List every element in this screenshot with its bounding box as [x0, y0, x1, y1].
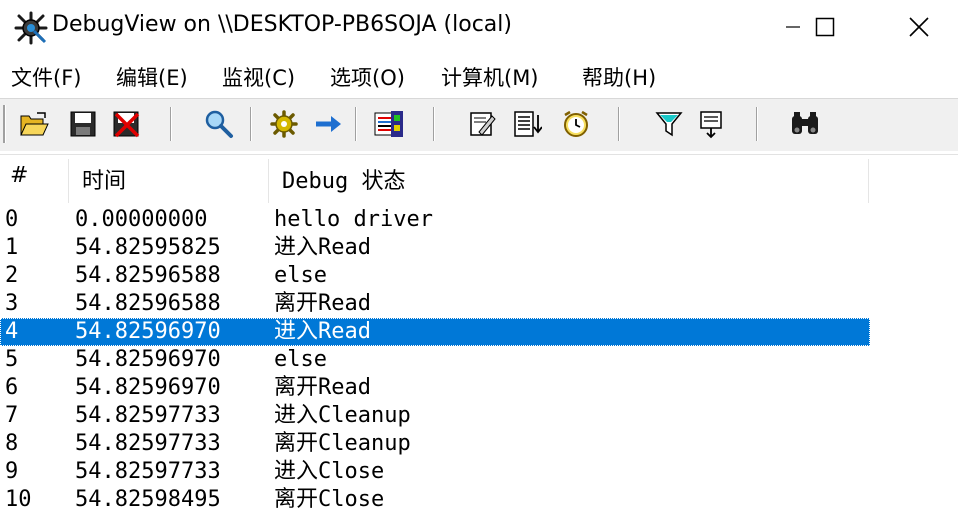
- toolbar-separator: [250, 107, 251, 141]
- table-row[interactable]: 3 54.82596588 离开Read: [0, 290, 870, 318]
- row-message: else: [274, 347, 327, 372]
- toolbar-separator: [170, 107, 171, 141]
- row-number: 3: [5, 291, 19, 316]
- toolbar-separator: [433, 107, 434, 141]
- window-title: DebugView on \\DESKTOP-PB6SOJA (local): [52, 12, 512, 37]
- table-row[interactable]: 8 54.82597733 离开Cleanup: [0, 430, 870, 458]
- table-row[interactable]: 10 54.82598495 离开Close: [0, 486, 870, 514]
- row-time: 0.00000000: [75, 207, 208, 232]
- find-icon[interactable]: [202, 107, 236, 141]
- debugview-gear-icon: [14, 11, 48, 45]
- table-row[interactable]: 9 54.82597733 进入Close: [0, 458, 870, 486]
- toolbar: [0, 98, 958, 151]
- column-divider[interactable]: [868, 159, 869, 203]
- row-number: 2: [5, 263, 19, 288]
- row-message: 进入Read: [274, 319, 371, 344]
- row-time: 54.82597733: [75, 459, 221, 484]
- maximize-button[interactable]: [802, 0, 848, 54]
- toolbar-separator: [355, 107, 356, 141]
- menu-capture[interactable]: 监视(C): [222, 62, 295, 92]
- row-message: 离开Read: [274, 291, 371, 316]
- open-folder-icon[interactable]: [17, 107, 51, 141]
- title-bar: DebugView on \\DESKTOP-PB6SOJA (local): [0, 0, 958, 54]
- row-message: 进入Cleanup: [274, 403, 411, 428]
- row-time: 54.82596970: [75, 347, 221, 372]
- toolbar-separator: [756, 107, 757, 141]
- menu-computer[interactable]: 计算机(M): [441, 62, 539, 92]
- row-number: 1: [5, 235, 19, 260]
- row-message: 离开Close: [274, 487, 385, 512]
- row-message: 进入Close: [274, 459, 385, 484]
- clear-display-icon[interactable]: [110, 107, 144, 141]
- menu-options[interactable]: 选项(O): [330, 62, 405, 92]
- close-button[interactable]: [896, 0, 942, 54]
- table-row[interactable]: 6 54.82596970 离开Read: [0, 374, 870, 402]
- row-number: 5: [5, 347, 19, 372]
- row-time: 54.82596970: [75, 319, 221, 344]
- clock-time-icon[interactable]: [559, 107, 593, 141]
- menu-file[interactable]: 文件(F): [11, 62, 81, 92]
- autoscroll-arrow-icon[interactable]: [311, 107, 345, 141]
- list-column-header: # 时间 Debug 状态: [0, 154, 958, 205]
- toolbar-grip: [3, 105, 5, 143]
- row-number: 0: [5, 207, 19, 232]
- capture-icon[interactable]: [267, 107, 301, 141]
- row-number: 9: [5, 459, 19, 484]
- memo-icon[interactable]: [695, 107, 729, 141]
- table-row[interactable]: 5 54.82596970 else: [0, 346, 870, 374]
- row-time: 54.82596588: [75, 263, 221, 288]
- table-row[interactable]: 0 0.00000000 hello driver: [0, 206, 870, 234]
- debug-output-list[interactable]: 0 0.00000000 hello driver 1 54.82595825 …: [0, 206, 958, 520]
- row-number: 10: [5, 487, 32, 512]
- table-row-selected[interactable]: 4 54.82596970 进入Read: [0, 318, 870, 346]
- column-divider[interactable]: [68, 159, 69, 203]
- highlight-icon[interactable]: [466, 107, 500, 141]
- row-time: 54.82595825: [75, 235, 221, 260]
- table-row[interactable]: 1 54.82595825 进入Read: [0, 234, 870, 262]
- history-depth-icon[interactable]: [372, 107, 406, 141]
- menu-help[interactable]: 帮助(H): [582, 62, 656, 92]
- column-divider[interactable]: [268, 159, 269, 203]
- filter-funnel-icon[interactable]: [652, 107, 686, 141]
- row-time: 54.82597733: [75, 431, 221, 456]
- row-message: 进入Read: [274, 235, 371, 260]
- toolbar-separator: [618, 107, 619, 141]
- table-row[interactable]: 2 54.82596588 else: [0, 262, 870, 290]
- row-time: 54.82596970: [75, 375, 221, 400]
- row-time: 54.82598495: [75, 487, 221, 512]
- row-number: 7: [5, 403, 19, 428]
- column-header-number[interactable]: #: [10, 163, 28, 188]
- row-message: else: [274, 263, 327, 288]
- row-message: 离开Read: [274, 375, 371, 400]
- row-time: 54.82597733: [75, 403, 221, 428]
- row-time: 54.82596588: [75, 291, 221, 316]
- column-header-time[interactable]: 时间: [82, 163, 126, 195]
- menu-bar: 文件(F) 编辑(E) 监视(C) 选项(O) 计算机(M) 帮助(H): [0, 58, 958, 96]
- menu-edit[interactable]: 编辑(E): [116, 62, 188, 92]
- table-row[interactable]: 7 54.82597733 进入Cleanup: [0, 402, 870, 430]
- row-message: hello driver: [274, 207, 433, 232]
- row-message: 离开Cleanup: [274, 431, 411, 456]
- row-number: 6: [5, 375, 19, 400]
- find-binoculars-icon[interactable]: [788, 107, 822, 141]
- save-icon[interactable]: [66, 107, 100, 141]
- row-number: 4: [5, 319, 19, 344]
- row-number: 8: [5, 431, 19, 456]
- column-header-debug-status[interactable]: Debug 状态: [282, 163, 405, 195]
- filter-icon[interactable]: [510, 107, 544, 141]
